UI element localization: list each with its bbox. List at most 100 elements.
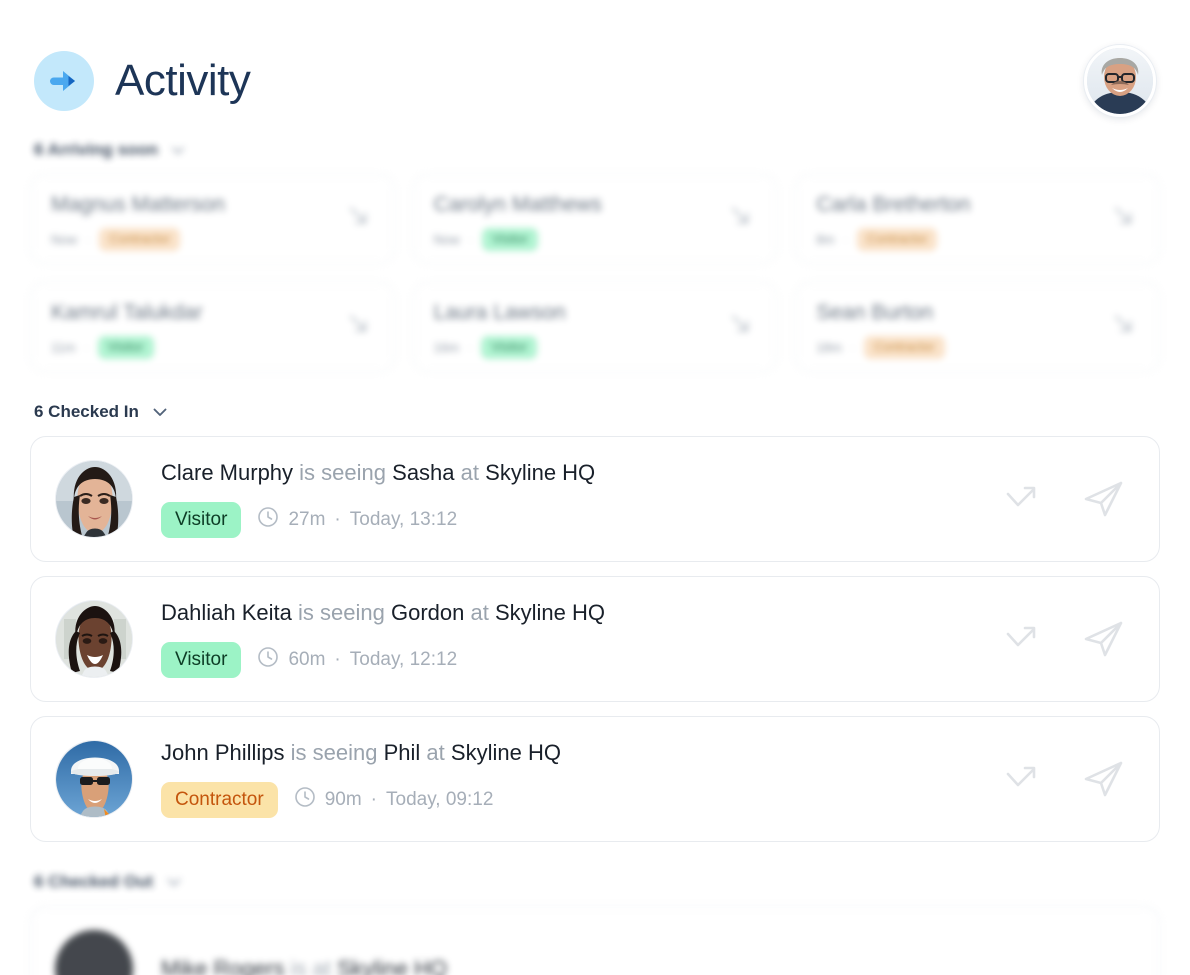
separator: · [86,232,90,247]
paper-plane-icon[interactable] [1081,476,1127,522]
checked-in-label: 6 Checked In [34,402,139,422]
arrow-right-circle-logo [34,51,94,111]
arriving-time: 16m [434,340,459,355]
location-name: Skyline HQ [451,740,561,765]
connector-is: is [291,956,307,975]
arriving-person-name: Carla Bretherton [816,193,1139,216]
duration-and-time: 27m · Today, 13:12 [257,506,457,534]
duration: 90m [325,789,362,811]
person-name: John Phillips [161,740,285,765]
arriving-time: 18m [816,340,841,355]
arrow-up-right-icon[interactable] [1001,757,1045,801]
arrow-down-right-icon[interactable] [1111,204,1137,235]
arriving-time: Now [434,232,460,247]
location-name: Skyline HQ [337,956,447,975]
duration-and-time: 90m · Today, 09:12 [294,786,494,814]
host-name: Sasha [392,460,454,485]
status-badge: Visitor [481,336,537,359]
arriving-person-name: Carolyn Matthews [434,193,757,216]
row-actions [1001,616,1133,662]
activity-sentence: John Phillips is seeing Phil at Skyline … [161,740,1001,766]
page-title: Activity [115,59,250,103]
status-badge: Visitor [161,642,241,678]
separator: · [371,789,377,811]
arriving-soon-label: 6 Arriving soon [34,140,158,160]
connector-is-seeing: is seeing [291,740,378,765]
checked-in-row[interactable]: Dahliah Keita is seeing Gordon at Skylin… [30,576,1160,702]
location-name: Skyline HQ [495,600,605,625]
arriving-meta: Now · Visitor [434,228,757,251]
arriving-meta: 8m · Contractor [816,228,1139,251]
clock-icon [294,786,316,814]
separator: · [843,232,847,247]
timestamp: Today, 13:12 [350,509,457,531]
paper-plane-icon[interactable] [1081,756,1127,802]
chevron-down-icon[interactable] [165,873,183,891]
row-actions [1001,756,1133,802]
checked-out-section: 6 Checked Out Mike Rogers is at Skyline … [0,872,1190,975]
connector-is-seeing: is seeing [299,460,386,485]
status-badge: Visitor [482,228,538,251]
checked-in-row-meta: Visitor 27m · Today, 13:12 [161,502,1001,538]
checked-out-row[interactable]: Mike Rogers is at Skyline HQ [30,906,1160,975]
arriving-soon-header[interactable]: 6 Arriving soon [0,140,1190,160]
user-avatar-photo[interactable] [1084,45,1156,117]
status-badge: Contractor [857,228,938,251]
arrow-down-right-icon[interactable] [346,204,372,235]
arrow-down-right-icon[interactable] [1111,312,1137,343]
arrow-down-right-icon[interactable] [346,312,372,343]
status-badge: Contractor [99,228,180,251]
checked-in-row-meta: Contractor 90m · Today, 09:12 [161,782,1001,818]
arriving-card[interactable]: Laura Lawson 16m · Visitor [413,282,778,372]
checked-out-label: 6 Checked Out [34,872,153,892]
checked-in-row[interactable]: John Phillips is seeing Phil at Skyline … [30,716,1160,842]
arriving-person-name: Sean Burton [816,301,1139,324]
app-header: Activity [0,0,1190,128]
arriving-soon-section: 6 Arriving soon Magnus Matterson Now · C… [0,140,1190,372]
status-badge: Contractor [864,336,945,359]
arriving-person-name: Kamrul Talukdar [51,301,374,324]
connector-at: at [461,460,479,485]
chevron-down-icon[interactable] [151,403,169,421]
checked-out-header[interactable]: 6 Checked Out [0,872,1190,892]
arrow-up-right-icon[interactable] [1001,617,1045,661]
avatar-mike-rogers [55,930,133,975]
arriving-meta: Now · Contractor [51,228,374,251]
arrow-up-right-icon[interactable] [1001,477,1045,521]
arrow-down-right-icon[interactable] [728,312,754,343]
host-name: Gordon [391,600,464,625]
arriving-meta: 18m · Contractor [816,336,1139,359]
chevron-down-icon[interactable] [170,142,186,158]
checked-in-row-meta: Visitor 60m · Today, 12:12 [161,642,1001,678]
arriving-time: 11m [51,340,75,355]
connector-at: at [426,740,444,765]
arriving-card[interactable]: Kamrul Talukdar 11m · Visitor [30,282,395,372]
location-name: Skyline HQ [485,460,595,485]
separator: · [851,340,855,355]
status-badge: Contractor [161,782,278,818]
arriving-card[interactable]: Carolyn Matthews Now · Visitor [413,174,778,264]
arriving-card[interactable]: Magnus Matterson Now · Contractor [30,174,395,264]
duration-and-time: 60m · Today, 12:12 [257,646,457,674]
status-badge: Visitor [98,336,154,359]
connector-at: at [470,600,488,625]
separator: · [334,509,340,531]
checked-in-header[interactable]: 6 Checked In [0,402,1190,422]
arriving-card[interactable]: Sean Burton 18m · Contractor [795,282,1160,372]
timestamp: Today, 12:12 [350,649,457,671]
arriving-person-name: Laura Lawson [434,301,757,324]
brand: Activity [34,51,250,111]
arrow-down-right-icon[interactable] [728,204,754,235]
paper-plane-icon[interactable] [1081,616,1127,662]
clock-icon [257,646,279,674]
clock-icon [257,506,279,534]
duration: 27m [288,509,325,531]
host-name: Phil [384,740,421,765]
duration: 60m [288,649,325,671]
separator: · [468,340,472,355]
checked-out-list: Mike Rogers is at Skyline HQ [0,906,1190,975]
person-name: Clare Murphy [161,460,293,485]
arriving-card[interactable]: Carla Bretherton 8m · Contractor [795,174,1160,264]
checked-in-row[interactable]: Clare Murphy is seeing Sasha at Skyline … [30,436,1160,562]
arriving-soon-grid: Magnus Matterson Now · Contractor Caroly… [0,174,1190,372]
